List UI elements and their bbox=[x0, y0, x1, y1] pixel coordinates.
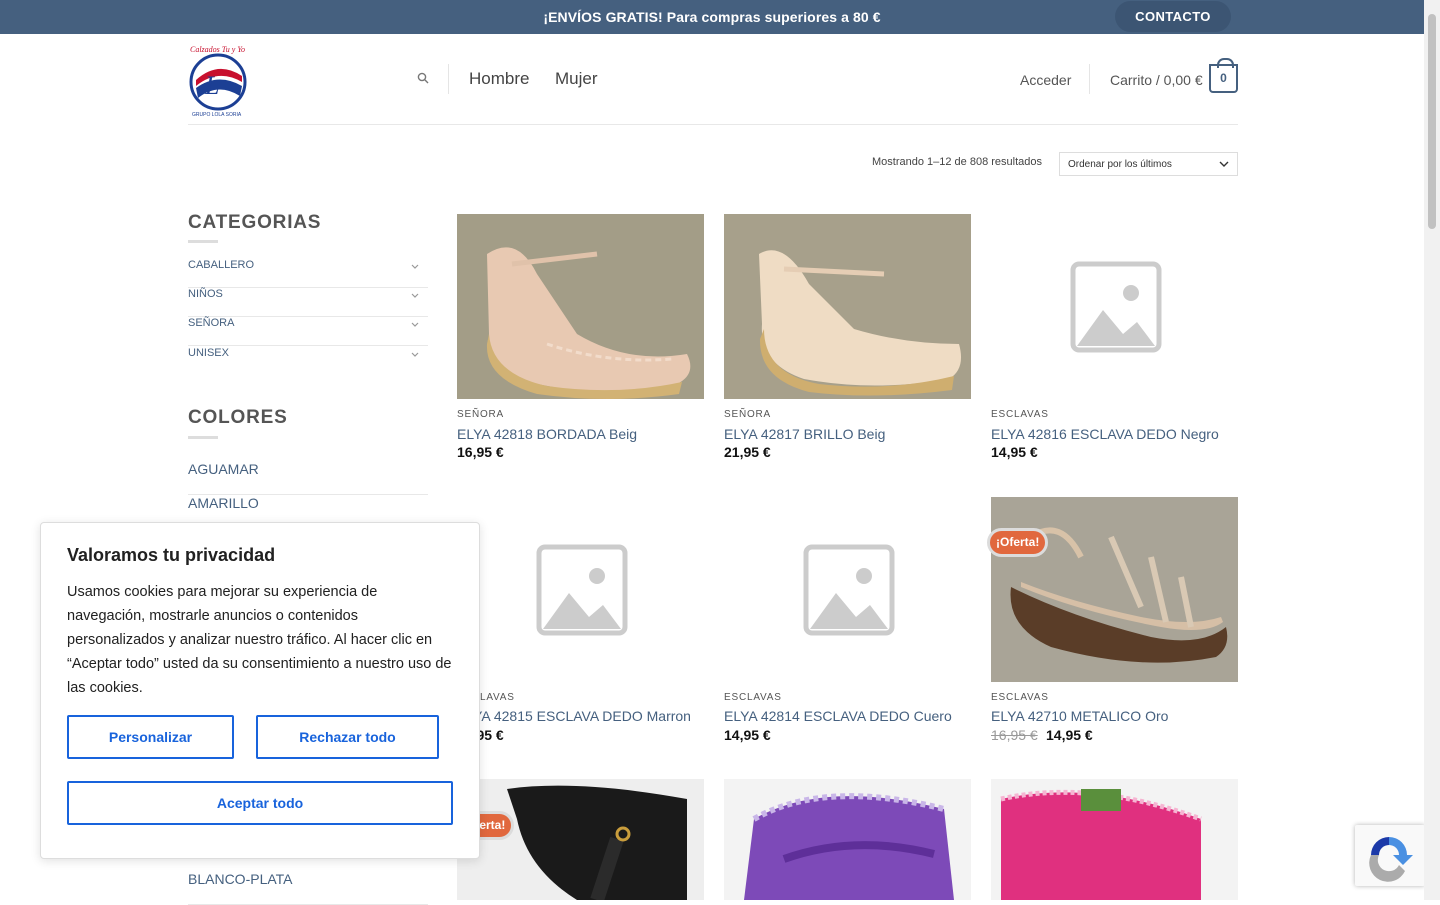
chevron-down-icon[interactable] bbox=[410, 349, 420, 359]
product-image[interactable] bbox=[724, 214, 971, 399]
nav-mujer[interactable]: Mujer bbox=[555, 69, 598, 89]
product-category[interactable]: SEÑORA bbox=[457, 409, 504, 420]
site-logo[interactable]: Calzados Tu y Yo L GRUPO LOLA SORIA bbox=[188, 42, 250, 118]
placeholder-image-icon[interactable] bbox=[991, 214, 1238, 399]
cookie-consent-banner: Valoramos tu privacidad Usamos cookies p… bbox=[40, 522, 480, 859]
placeholder-image-icon[interactable] bbox=[457, 497, 704, 682]
accept-all-button[interactable]: Aceptar todo bbox=[67, 781, 453, 825]
site-header: Calzados Tu y Yo L GRUPO LOLA SORIA Homb… bbox=[188, 34, 1238, 125]
cookie-title: Valoramos tu privacidad bbox=[67, 545, 276, 565]
product-price: 21,95 € bbox=[724, 444, 771, 460]
svg-text:Calzados Tu y Yo: Calzados Tu y Yo bbox=[190, 45, 245, 54]
chevron-down-icon[interactable] bbox=[410, 319, 420, 329]
category-item[interactable]: UNISEX bbox=[188, 347, 428, 376]
category-label: SEÑORA bbox=[188, 317, 235, 329]
top-bar: ¡ENVÍOS GRATIS! Para compras superiores … bbox=[0, 0, 1424, 34]
product-image[interactable] bbox=[457, 214, 704, 399]
product-title[interactable]: ELYA 42816 ESCLAVA DEDO Negro bbox=[991, 426, 1219, 442]
product-price: 16,95 € bbox=[457, 444, 504, 460]
product-price: 14,95 € bbox=[1046, 727, 1093, 743]
chevron-down-icon bbox=[1219, 157, 1229, 174]
results-count: Mostrando 1–12 de 808 resultados bbox=[872, 156, 1043, 168]
nav-hombre[interactable]: Hombre bbox=[469, 69, 529, 89]
recaptcha-badge[interactable] bbox=[1355, 825, 1425, 886]
header-divider bbox=[448, 64, 449, 94]
chevron-down-icon[interactable] bbox=[410, 261, 420, 271]
customize-button[interactable]: Personalizar bbox=[67, 715, 234, 759]
contact-button[interactable]: CONTACTO bbox=[1115, 1, 1231, 32]
category-item[interactable]: CABALLERO bbox=[188, 259, 428, 288]
scrollbar-thumb[interactable] bbox=[1428, 14, 1436, 229]
sale-badge: ¡Oferta! bbox=[987, 528, 1049, 557]
category-label: UNISEX bbox=[188, 347, 229, 359]
categories-title: CATEGORIAS bbox=[188, 212, 322, 233]
colors-title: COLORES bbox=[188, 407, 288, 428]
header-divider bbox=[1089, 64, 1090, 94]
product-category[interactable]: SEÑORA bbox=[724, 409, 771, 420]
product-category[interactable]: ESCLAVAS bbox=[991, 409, 1049, 420]
product-category[interactable]: ESCLAVAS bbox=[991, 692, 1049, 703]
product-title[interactable]: ELYA 42817 BRILLO Beig bbox=[724, 426, 885, 442]
category-item[interactable]: NIÑOS bbox=[188, 288, 428, 317]
product-price: 14,95 € bbox=[724, 727, 771, 743]
search-icon[interactable] bbox=[417, 71, 429, 84]
orderby-value: Ordenar por los últimos bbox=[1068, 159, 1172, 170]
reject-all-button[interactable]: Rechazar todo bbox=[256, 715, 439, 759]
category-label: NIÑOS bbox=[188, 288, 223, 300]
product-title[interactable]: ELYA 42815 ESCLAVA DEDO Marron bbox=[457, 708, 691, 724]
title-underline bbox=[188, 436, 218, 439]
category-label: CABALLERO bbox=[188, 259, 255, 271]
color-item[interactable]: AGUAMAR bbox=[188, 461, 428, 495]
svg-text:L: L bbox=[204, 71, 219, 100]
cart-count-badge[interactable]: 0 bbox=[1209, 58, 1238, 93]
product-old-price: 16,95 € bbox=[991, 727, 1038, 743]
orderby-select[interactable]: Ordenar por los últimos bbox=[1059, 152, 1238, 176]
product-image[interactable] bbox=[991, 779, 1238, 900]
product-title[interactable]: ELYA 42818 BORDADA Beig bbox=[457, 426, 637, 442]
category-item[interactable]: SEÑORA bbox=[188, 317, 428, 346]
svg-text:GRUPO LOLA SORIA: GRUPO LOLA SORIA bbox=[192, 112, 242, 118]
product-title[interactable]: ELYA 42710 METALICO Oro bbox=[991, 708, 1168, 724]
product-category[interactable]: ESCLAVAS bbox=[724, 692, 782, 703]
cart-link[interactable]: Carrito / 0,00 € bbox=[1110, 72, 1203, 88]
title-underline bbox=[188, 240, 218, 243]
chevron-down-icon[interactable] bbox=[410, 290, 420, 300]
product-image[interactable] bbox=[724, 779, 971, 900]
placeholder-image-icon[interactable] bbox=[724, 497, 971, 682]
product-price: 14,95 € bbox=[991, 444, 1038, 460]
product-title[interactable]: ELYA 42814 ESCLAVA DEDO Cuero bbox=[724, 708, 952, 724]
login-link[interactable]: Acceder bbox=[1020, 72, 1071, 88]
product-image[interactable] bbox=[991, 497, 1238, 682]
cookie-text: Usamos cookies para mejorar su experienc… bbox=[67, 584, 452, 696]
